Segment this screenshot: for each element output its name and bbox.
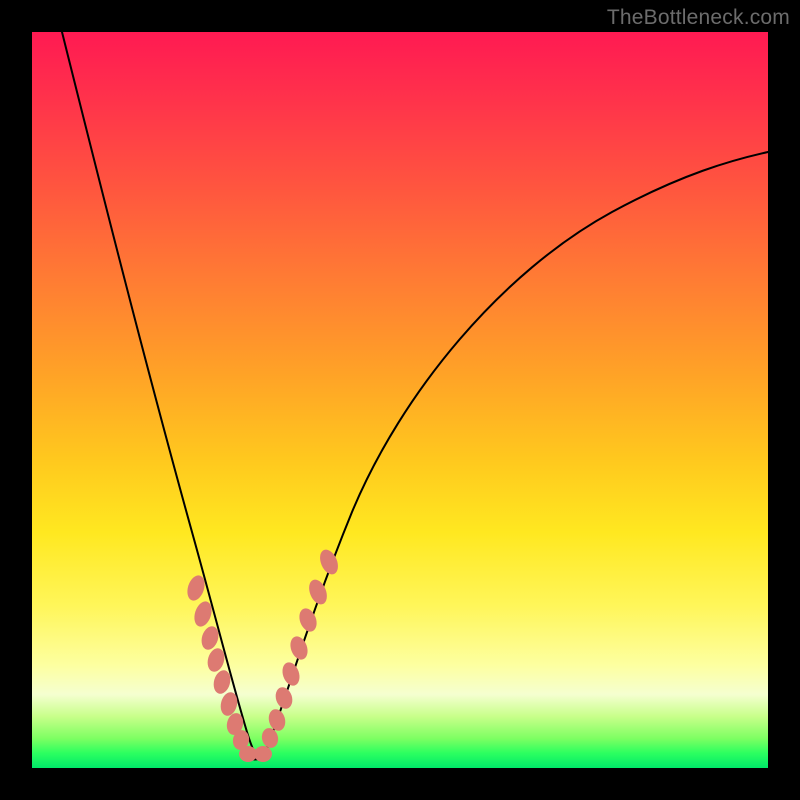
curve-left <box>62 32 258 758</box>
beads-right <box>260 547 342 750</box>
plot-area <box>32 32 768 768</box>
watermark-text: TheBottleneck.com <box>607 6 790 30</box>
chart-svg <box>32 32 768 768</box>
beads-left <box>184 573 251 751</box>
outer-frame: TheBottleneck.com <box>0 0 800 800</box>
curve-right <box>264 152 768 756</box>
